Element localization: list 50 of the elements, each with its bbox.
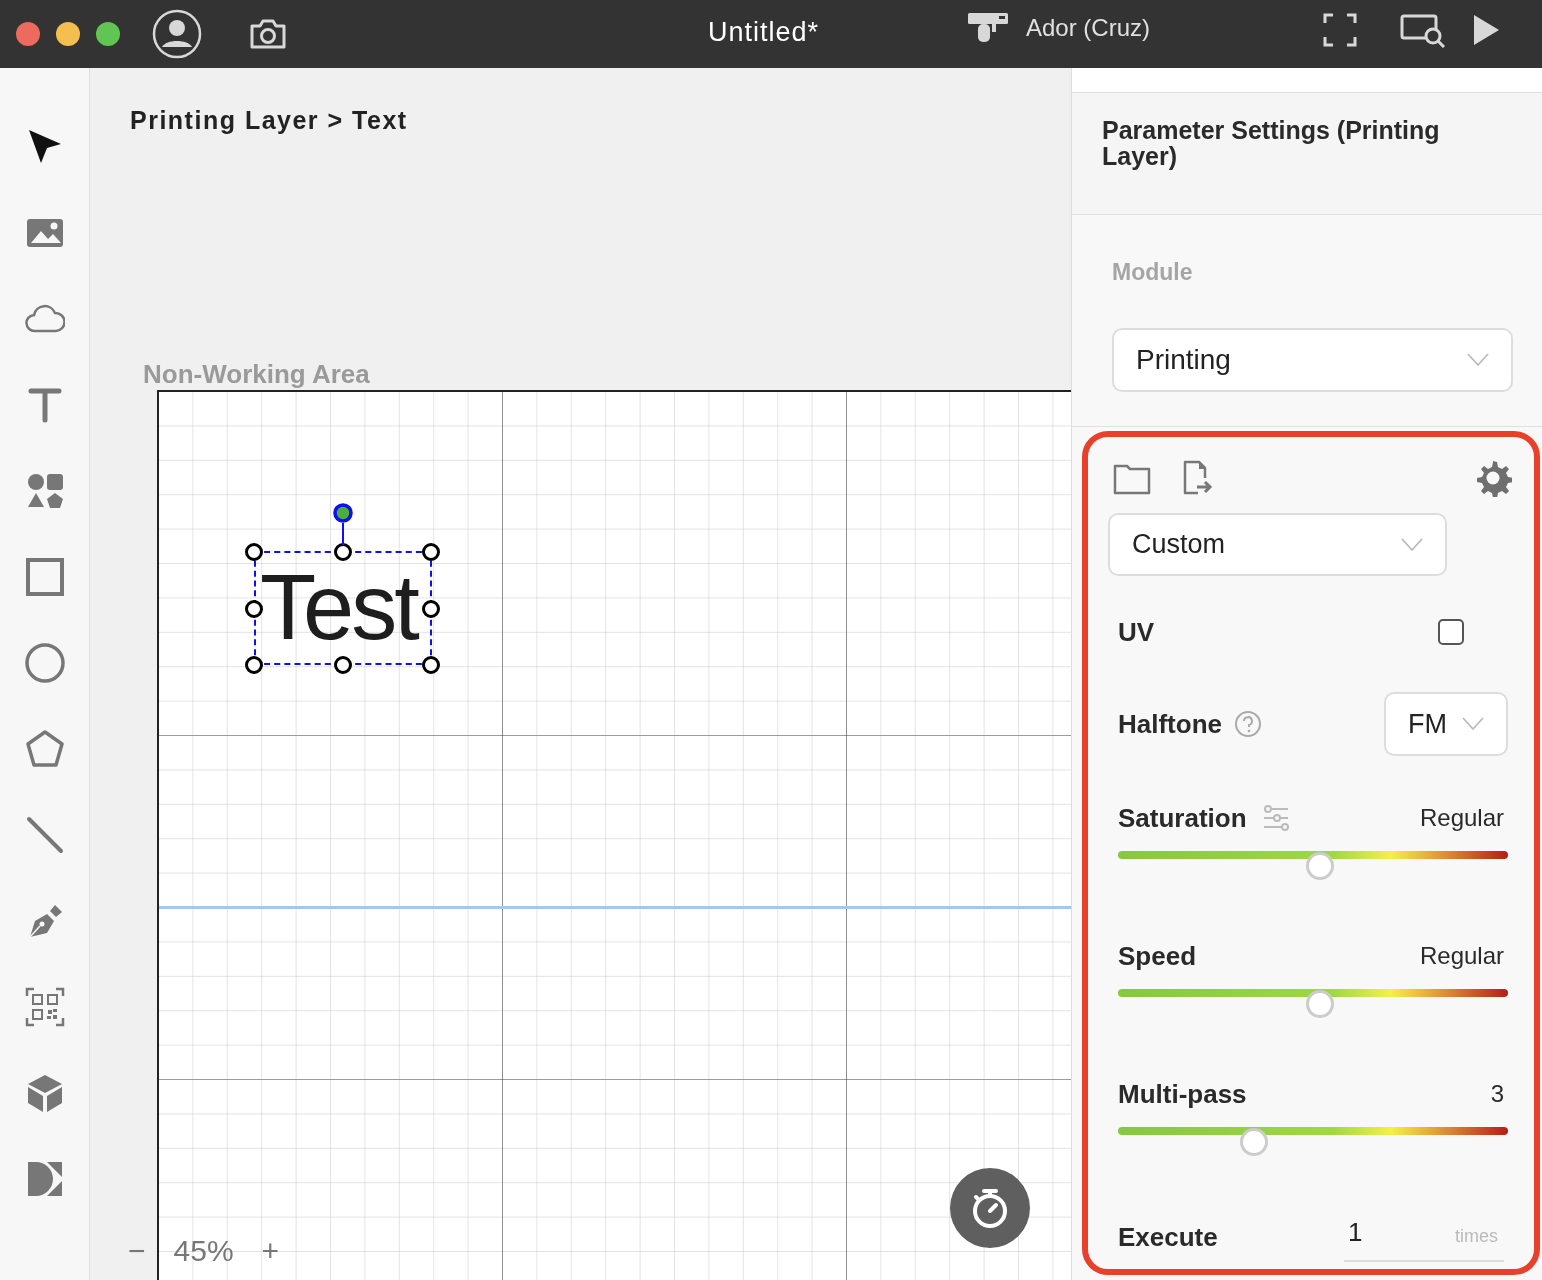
- halftone-value: FM: [1408, 707, 1447, 741]
- slider-thumb[interactable]: [1306, 990, 1334, 1018]
- window-title: Untitled*: [708, 16, 820, 49]
- execute-label: Execute: [1118, 1220, 1218, 1254]
- slider-thumb[interactable]: [1239, 1128, 1268, 1156]
- execute-field[interactable]: 1 times: [1344, 1212, 1504, 1262]
- rectangle-icon[interactable]: [24, 557, 65, 597]
- halftone-label: Halftone: [1118, 707, 1222, 741]
- chevron-down-icon: [1467, 352, 1489, 367]
- module-value: Printing: [1136, 342, 1231, 377]
- settings-icon[interactable]: [1474, 459, 1512, 497]
- maximize-window-button[interactable]: [96, 22, 120, 46]
- export-file-icon[interactable]: [1181, 460, 1215, 496]
- minimize-window-button[interactable]: [56, 22, 80, 46]
- preview-icon[interactable]: [1400, 12, 1446, 48]
- module-label: Module: [1112, 258, 1194, 287]
- slider-label: Multi-pass: [1118, 1077, 1247, 1111]
- panel-title: Parameter Settings (Printing Layer): [1102, 117, 1441, 169]
- preset-dropdown[interactable]: Custom: [1108, 513, 1447, 576]
- fullscreen-icon[interactable]: [1322, 12, 1358, 48]
- chevron-down-icon: [1401, 537, 1423, 552]
- pentagon-icon[interactable]: [24, 729, 65, 769]
- chevron-down-icon: [1462, 717, 1484, 731]
- uv-checkbox[interactable]: [1438, 619, 1464, 645]
- line-icon[interactable]: [24, 815, 65, 855]
- breadcrumb: Printing Layer > Text: [130, 105, 408, 136]
- unit-label: times: [1455, 1224, 1498, 1248]
- execute-value: 1: [1348, 1215, 1363, 1249]
- user-icon[interactable]: [152, 9, 202, 59]
- device-selector[interactable]: Ador (Cruz): [1026, 10, 1151, 46]
- play-icon[interactable]: [1472, 14, 1500, 46]
- rotate-handle[interactable]: [332, 503, 354, 545]
- camera-icon[interactable]: [248, 18, 288, 50]
- halftone-dropdown[interactable]: FM: [1384, 692, 1508, 756]
- slider-thumb[interactable]: [1306, 852, 1334, 880]
- zoom-level: 45%: [173, 1233, 234, 1269]
- slider-label: Speed: [1118, 939, 1197, 973]
- uv-label: UV: [1118, 615, 1155, 649]
- slider-reading: 3: [1490, 1079, 1504, 1109]
- preset-value: Custom: [1132, 528, 1226, 562]
- zoom-out-button[interactable]: −: [128, 1228, 146, 1273]
- circle-icon[interactable]: [24, 643, 65, 683]
- slider-label: Saturation: [1118, 801, 1247, 835]
- non-working-area-label: Non-Working Area: [143, 360, 370, 389]
- slider-reading: Regular: [1419, 803, 1504, 833]
- close-window-button[interactable]: [16, 22, 40, 46]
- slider-reading: Regular: [1419, 941, 1504, 971]
- module-dropdown[interactable]: Printing: [1112, 327, 1513, 392]
- qr-code-icon[interactable]: [24, 987, 65, 1027]
- zoom-in-button[interactable]: +: [261, 1228, 280, 1273]
